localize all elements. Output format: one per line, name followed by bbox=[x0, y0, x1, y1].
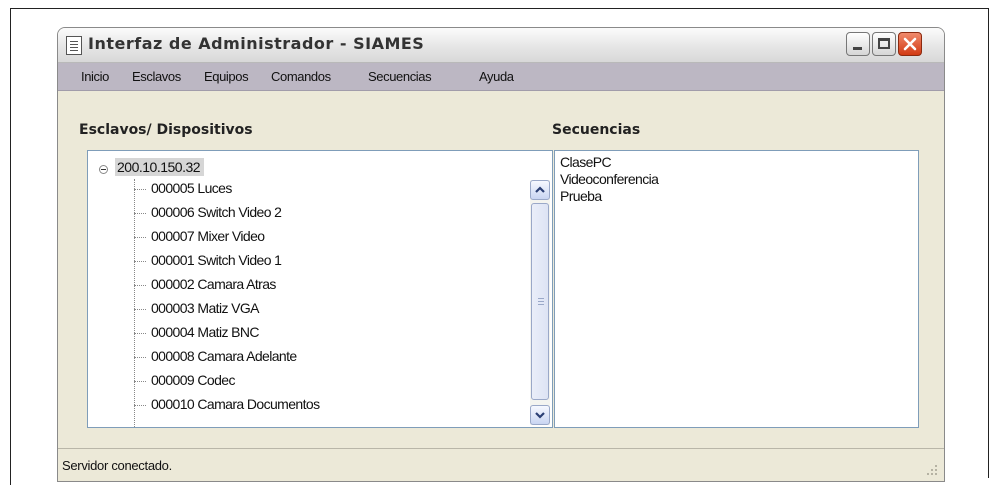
collapse-toggle-icon[interactable] bbox=[99, 165, 108, 174]
tree-item-label: 000005 Luces bbox=[151, 180, 232, 196]
maximize-icon bbox=[878, 38, 890, 49]
scroll-thumb[interactable] bbox=[531, 203, 549, 400]
tree-item-label: 000006 Switch Video 2 bbox=[151, 204, 282, 220]
maximize-button[interactable] bbox=[872, 32, 896, 56]
menu-equipos[interactable]: Equipos bbox=[204, 69, 249, 84]
menu-secuencias[interactable]: Secuencias bbox=[368, 69, 432, 84]
scroll-up-button[interactable] bbox=[530, 180, 550, 200]
tree-item-label: 000008 Camara Adelante bbox=[151, 348, 297, 364]
close-icon bbox=[903, 37, 917, 51]
tree-connector-line bbox=[134, 179, 135, 427]
chevron-up-icon bbox=[535, 186, 545, 193]
list-item[interactable]: Prueba bbox=[560, 188, 602, 204]
status-divider bbox=[58, 448, 944, 449]
status-text: Servidor conectado. bbox=[62, 458, 172, 473]
app-document-icon bbox=[66, 36, 82, 55]
tree-item-label: 000002 Camara Atras bbox=[151, 276, 276, 292]
tree-item-label: 000010 Camara Documentos bbox=[151, 396, 320, 412]
minimize-icon bbox=[853, 47, 862, 50]
devices-scrollbar[interactable] bbox=[530, 180, 550, 425]
figure-frame-left bbox=[10, 8, 11, 485]
resize-grip-icon[interactable] bbox=[926, 464, 938, 476]
devices-label: Esclavos/ Dispositivos bbox=[79, 122, 253, 138]
sequences-list[interactable]: ClasePC Videoconferencia Prueba bbox=[554, 150, 919, 428]
tree-item-label: 000007 Mixer Video bbox=[151, 228, 265, 244]
window-title: Interfaz de Administrador - SIAMES bbox=[88, 34, 425, 53]
scroll-down-button[interactable] bbox=[530, 405, 550, 425]
tree-root-node[interactable]: 200.10.150.32 bbox=[115, 158, 205, 176]
tree-item-label: 000004 Matiz BNC bbox=[151, 324, 260, 340]
menu-comandos[interactable]: Comandos bbox=[271, 69, 331, 84]
minimize-button[interactable] bbox=[846, 32, 870, 56]
tree-item-label: 000003 Matiz VGA bbox=[151, 300, 260, 316]
devices-tree[interactable]: 200.10.150.32 000005 Luces 000006 Switch… bbox=[87, 150, 553, 428]
figure-frame-top bbox=[10, 8, 988, 9]
menu-inicio[interactable]: Inicio bbox=[81, 69, 109, 84]
status-bar: Servidor conectado. bbox=[58, 450, 944, 481]
close-button[interactable] bbox=[898, 32, 922, 56]
chevron-down-icon bbox=[535, 412, 545, 419]
tree-item-label: 000009 Codec bbox=[151, 372, 235, 388]
figure-frame-right bbox=[988, 8, 989, 478]
menu-esclavos[interactable]: Esclavos bbox=[132, 69, 181, 84]
app-window: Interfaz de Administrador - SIAMES Inici… bbox=[57, 27, 945, 482]
menu-ayuda[interactable]: Ayuda bbox=[479, 69, 514, 84]
title-bar[interactable]: Interfaz de Administrador - SIAMES bbox=[58, 28, 944, 63]
list-item[interactable]: Videoconferencia bbox=[560, 171, 659, 187]
sequences-label: Secuencias bbox=[552, 122, 641, 138]
tree-item-label: 000001 Switch Video 1 bbox=[151, 252, 282, 268]
list-item[interactable]: ClasePC bbox=[560, 154, 612, 170]
menu-bar: Inicio Esclavos Equipos Comandos Secuenc… bbox=[58, 63, 944, 91]
